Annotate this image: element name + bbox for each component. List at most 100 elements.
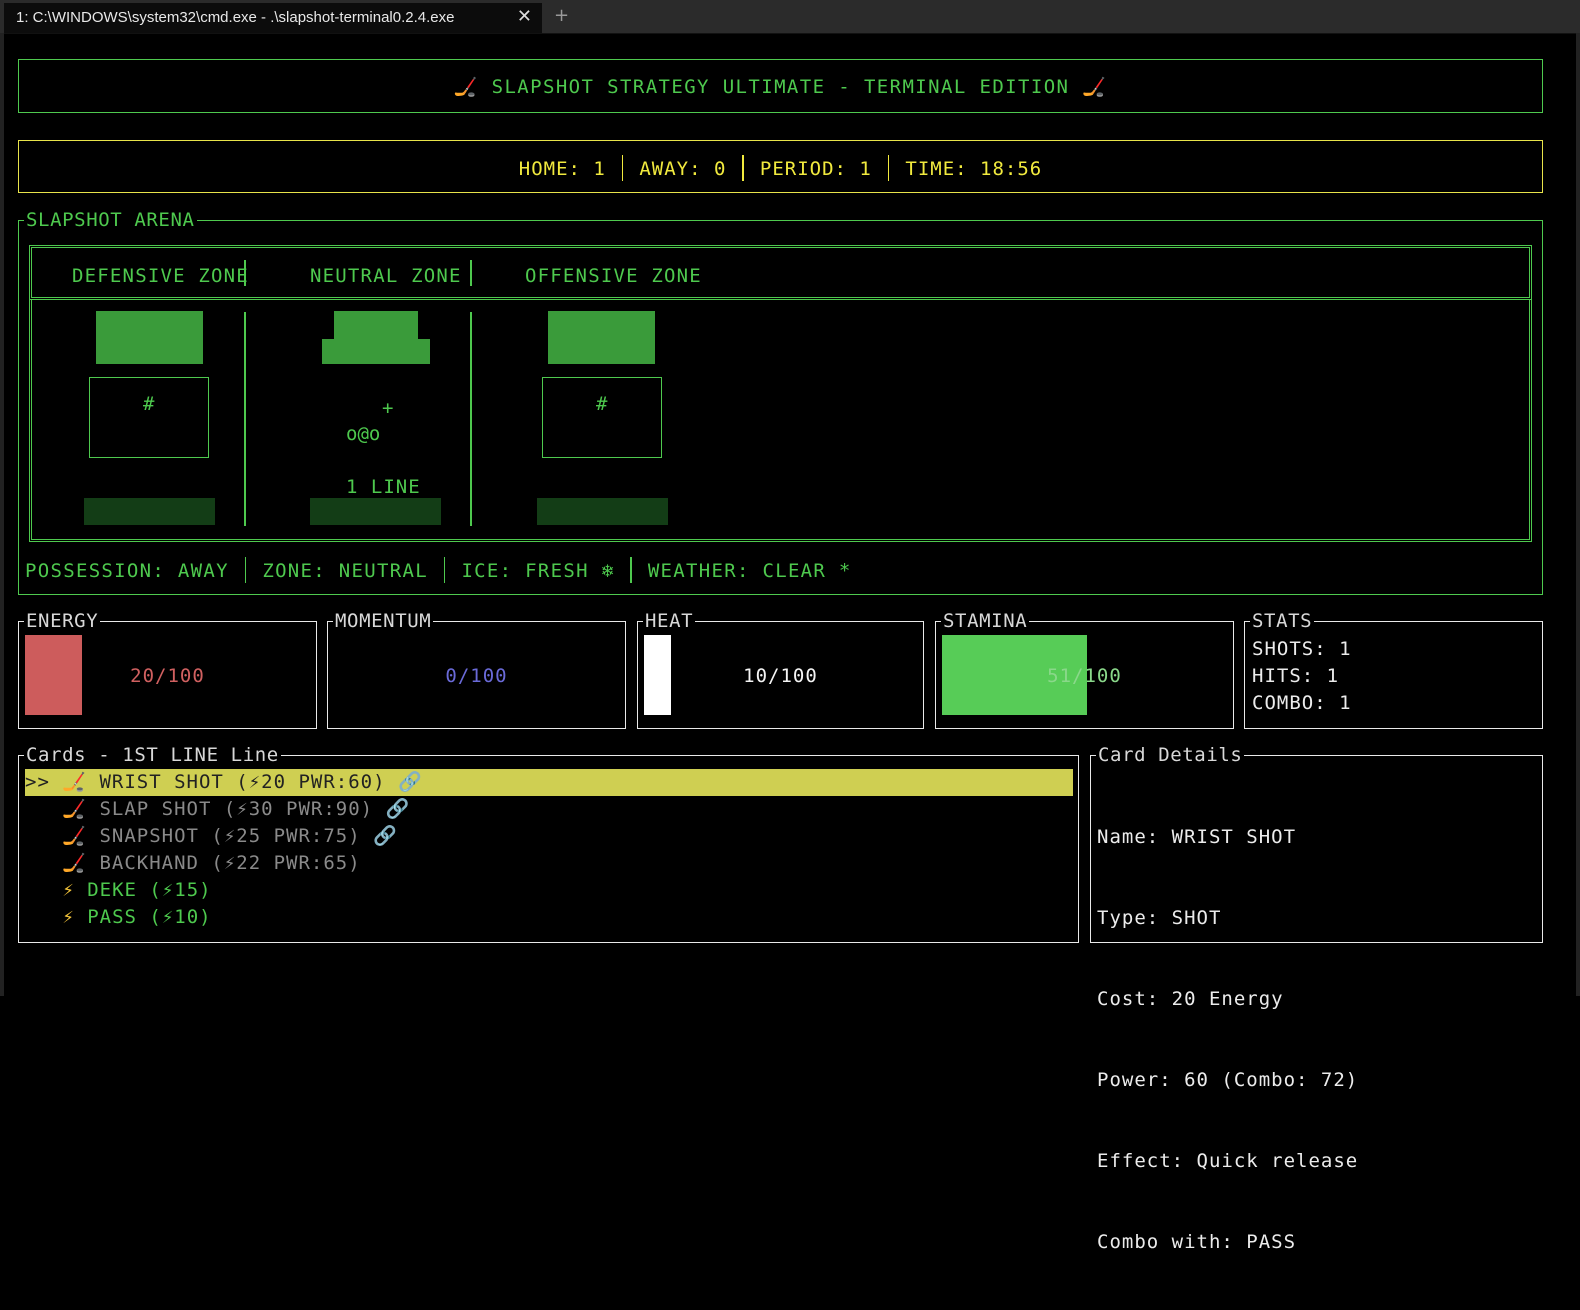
defensive-zone-bar	[84, 498, 215, 525]
scoreboard: HOME: 1 AWAY: 0 PERIOD: 1 TIME: 18:56	[19, 155, 1542, 181]
new-tab-button[interactable]: +	[554, 5, 569, 26]
stats-list: SHOTS: 1 HITS: 1 COMBO: 1	[1252, 636, 1352, 717]
neutral-player-block-base	[322, 339, 430, 364]
energy-value: 20/100	[130, 665, 205, 687]
zone-label-defensive: DEFENSIVE ZONE	[72, 265, 249, 287]
selection-marker	[25, 852, 62, 874]
player-glyph: o@o	[346, 423, 381, 445]
neutral-player-block-top	[334, 311, 418, 339]
cards-title: Cards - 1ST LINE Line	[24, 744, 281, 766]
selection-marker	[25, 825, 62, 847]
defensive-player-block	[96, 311, 203, 364]
divider	[244, 557, 247, 583]
detail-combo: Combo with: PASS	[1097, 1231, 1297, 1253]
energy-label: ENERGY	[24, 610, 101, 632]
card-label: DEKE (⚡15)	[74, 879, 212, 901]
hockey-stick-icon: 🏒	[453, 76, 479, 98]
possession-status: POSSESSION: AWAY	[25, 560, 229, 582]
puck-glyph: +	[382, 397, 394, 419]
stats-panel: STATS SHOTS: 1 HITS: 1 COMBO: 1	[1244, 610, 1543, 729]
divider	[630, 557, 632, 583]
zone-divider	[470, 312, 472, 526]
lightning-icon: ⚡	[62, 879, 75, 901]
hockey-stick-icon: 🏒	[1082, 76, 1108, 98]
stamina-meter: STAMINA 51/100	[935, 610, 1234, 729]
selection-marker	[25, 906, 62, 928]
stamina-value: 51/100	[1047, 665, 1122, 687]
window-border-right	[1576, 33, 1580, 996]
detail-type: Type: SHOT	[1097, 907, 1222, 929]
divider	[887, 155, 890, 181]
card-details-title: Card Details	[1096, 744, 1245, 766]
cards-panel: Cards - 1ST LINE Line >> 🏒 WRIST SHOT (⚡…	[18, 744, 1079, 943]
terminal-tab[interactable]: 1: C:\WINDOWS\system32\cmd.exe - .\slaps…	[4, 3, 542, 33]
tab-title: 1: C:\WINDOWS\system32\cmd.exe - .\slaps…	[16, 9, 455, 26]
period: PERIOD: 1	[759, 158, 872, 180]
zone-status: ZONE: NEUTRAL	[262, 560, 428, 582]
divider	[470, 260, 472, 286]
hockey-stick-icon: 🏒	[62, 798, 87, 820]
selection-marker	[25, 879, 62, 901]
card-backhand[interactable]: 🏒 BACKHAND (⚡22 PWR:65)	[25, 850, 1073, 877]
close-tab-icon[interactable]: ✕	[517, 6, 532, 27]
game-clock: TIME: 18:56	[905, 158, 1043, 180]
offensive-net: #	[542, 377, 662, 458]
weather-status: WEATHER: CLEAR *	[647, 560, 852, 582]
divider	[621, 155, 624, 181]
shots-stat: SHOTS: 1	[1252, 638, 1352, 660]
heat-label: HEAT	[643, 610, 696, 632]
line-label: 1 LINE	[346, 476, 421, 498]
energy-meter: ENERGY 20/100	[18, 610, 317, 729]
divider	[443, 557, 446, 583]
momentum-value: 0/100	[445, 665, 508, 687]
zone-header: DEFENSIVE ZONE NEUTRAL ZONE OFFENSIVE ZO…	[29, 245, 1532, 300]
card-label: SNAPSHOT (⚡25 PWR:75)	[87, 825, 374, 847]
detail-effect: Effect: Quick release	[1097, 1150, 1359, 1172]
hockey-stick-icon: 🏒	[62, 771, 87, 793]
home-score: HOME: 1	[518, 158, 606, 180]
heat-meter: HEAT 10/100	[637, 610, 924, 729]
card-label: WRIST SHOT (⚡20 PWR:60)	[87, 771, 398, 793]
scoreboard-panel: HOME: 1 AWAY: 0 PERIOD: 1 TIME: 18:56	[18, 140, 1543, 193]
detail-cost: Cost: 20 Energy	[1097, 988, 1284, 1010]
card-snapshot[interactable]: 🏒 SNAPSHOT (⚡25 PWR:75) 🔗	[25, 823, 1073, 850]
zone-label-neutral: NEUTRAL ZONE	[310, 265, 462, 287]
link-icon: 🔗	[397, 771, 423, 793]
net-glyph: #	[143, 393, 155, 415]
card-label: BACKHAND (⚡22 PWR:65)	[87, 852, 361, 874]
defensive-net: #	[89, 377, 209, 458]
hockey-stick-icon: 🏒	[62, 825, 87, 847]
card-deke[interactable]: ⚡ DEKE (⚡15)	[25, 877, 1073, 904]
away-score: AWAY: 0	[639, 158, 727, 180]
ice-status: ICE: FRESH ❄	[461, 560, 615, 582]
card-wrist-shot[interactable]: >> 🏒 WRIST SHOT (⚡20 PWR:60) 🔗	[25, 769, 1073, 796]
stamina-label: STAMINA	[941, 610, 1030, 632]
tab-bar: 1: C:\WINDOWS\system32\cmd.exe - .\slaps…	[0, 0, 1580, 34]
arena-title: SLAPSHOT ARENA	[24, 209, 197, 231]
neutral-zone-bar	[310, 498, 441, 525]
detail-power: Power: 60 (Combo: 72)	[1097, 1069, 1359, 1091]
hockey-stick-icon: 🏒	[62, 852, 87, 874]
window-border-left	[0, 33, 4, 996]
game-title-text: SLAPSHOT STRATEGY ULTIMATE - TERMINAL ED…	[478, 76, 1083, 98]
card-label: PASS (⚡10)	[74, 906, 212, 928]
divider	[244, 260, 246, 286]
zone-divider	[244, 312, 246, 526]
combo-stat: COMBO: 1	[1252, 692, 1352, 714]
offensive-player-block	[548, 311, 655, 364]
card-details-panel: Card Details Name: WRIST SHOT Type: SHOT…	[1090, 744, 1543, 1253]
card-pass[interactable]: ⚡ PASS (⚡10)	[25, 904, 1073, 931]
game-status-line: POSSESSION: AWAY ZONE: NEUTRAL ICE: FRESH …	[25, 557, 852, 583]
net-glyph: #	[596, 393, 608, 415]
divider	[742, 155, 744, 181]
momentum-label: MOMENTUM	[333, 610, 434, 632]
card-label: SLAP SHOT (⚡30 PWR:90)	[87, 798, 386, 820]
momentum-meter: MOMENTUM 0/100	[327, 610, 626, 729]
selection-marker	[25, 798, 62, 820]
selection-marker: >>	[25, 771, 63, 793]
offensive-zone-bar	[537, 498, 668, 525]
hits-stat: HITS: 1	[1252, 665, 1340, 687]
zone-label-offensive: OFFENSIVE ZONE	[525, 265, 702, 287]
card-slap-shot[interactable]: 🏒 SLAP SHOT (⚡30 PWR:90) 🔗	[25, 796, 1073, 823]
heat-value: 10/100	[743, 665, 818, 687]
